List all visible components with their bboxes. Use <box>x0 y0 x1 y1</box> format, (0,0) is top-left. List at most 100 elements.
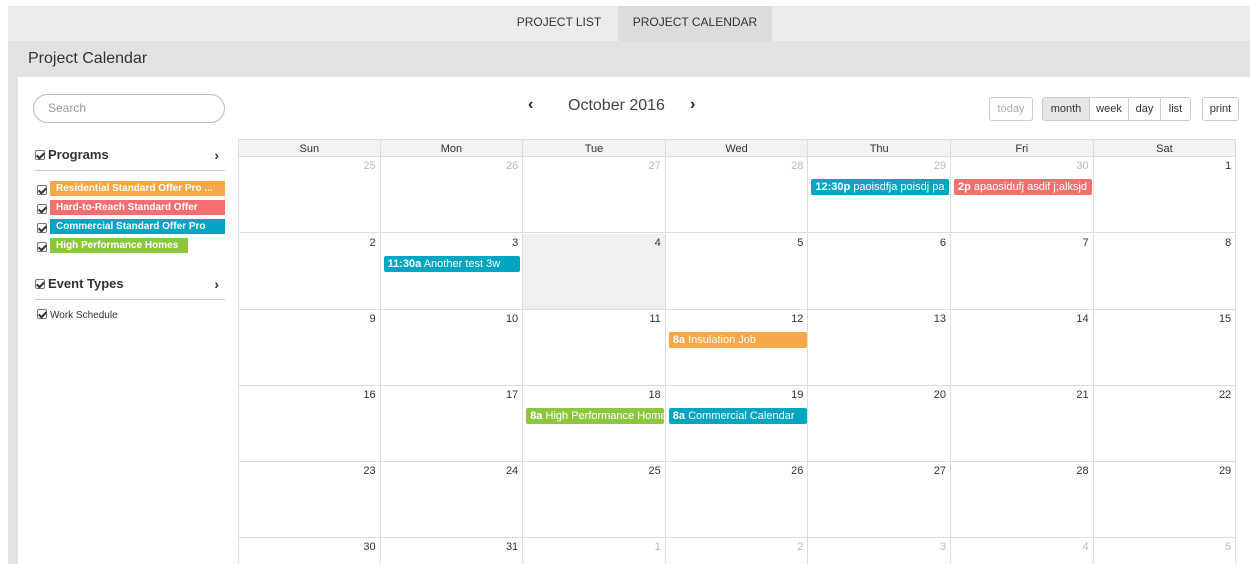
event-types-header[interactable]: Event Types › <box>35 276 225 300</box>
day-number[interactable]: 30 <box>1076 160 1088 172</box>
day-number[interactable]: 7 <box>1082 237 1088 249</box>
day-cell[interactable]: 13 <box>808 310 951 386</box>
day-number[interactable]: 2 <box>369 237 375 249</box>
day-number[interactable]: 23 <box>363 465 375 477</box>
day-cell[interactable]: 4 <box>951 538 1094 564</box>
program-checkbox[interactable] <box>37 223 47 233</box>
day-cell[interactable]: 2 <box>238 234 381 310</box>
day-number[interactable]: 3 <box>512 237 518 249</box>
day-cell[interactable]: 16 <box>238 386 381 462</box>
today-button[interactable]: today <box>989 97 1033 121</box>
day-cell[interactable]: 22 <box>1093 386 1237 462</box>
day-cell[interactable]: 6 <box>808 234 951 310</box>
calendar-event[interactable]: 8a High Performance Homes <box>526 408 665 424</box>
program-checkbox[interactable] <box>37 242 47 252</box>
day-cell[interactable]: 18 <box>523 386 666 462</box>
day-number[interactable]: 5 <box>797 237 803 249</box>
day-cell[interactable]: 1 <box>523 538 666 564</box>
day-view-button[interactable]: day <box>1128 97 1161 121</box>
calendar-event[interactable]: 12:30p paoisdfja poisdj pa <box>811 179 950 195</box>
day-number[interactable]: 24 <box>506 465 518 477</box>
day-cell[interactable]: 27 <box>523 157 666 233</box>
day-number[interactable]: 13 <box>934 313 946 325</box>
day-cell[interactable]: 10 <box>380 310 524 386</box>
day-cell[interactable]: 14 <box>951 310 1094 386</box>
month-view-button[interactable]: month <box>1042 97 1090 121</box>
day-cell[interactable]: 17 <box>380 386 524 462</box>
day-number[interactable]: 4 <box>655 237 661 249</box>
day-number[interactable]: 6 <box>940 237 946 249</box>
program-item[interactable]: Residential Standard Offer Pro ... <box>37 181 225 197</box>
day-cell[interactable]: 9 <box>238 310 381 386</box>
day-number[interactable]: 22 <box>1219 389 1231 401</box>
chevron-right-icon[interactable]: › <box>214 147 219 163</box>
day-cell[interactable]: 1 <box>1093 157 1237 233</box>
day-number[interactable]: 25 <box>649 465 661 477</box>
prev-month-button[interactable]: ‹ <box>528 96 533 114</box>
day-number[interactable]: 18 <box>649 389 661 401</box>
program-item[interactable]: High Performance Homes <box>37 238 225 254</box>
day-number[interactable]: 27 <box>934 465 946 477</box>
day-number[interactable]: 26 <box>506 160 518 172</box>
calendar-event[interactable]: 2p apaosidufj asdif j;alksjd <box>954 179 1092 195</box>
day-cell[interactable]: 15 <box>1093 310 1237 386</box>
calendar-event[interactable]: 8a Insulation Job <box>668 332 807 348</box>
day-cell[interactable]: 27 <box>808 462 951 538</box>
day-number[interactable]: 27 <box>649 160 661 172</box>
day-cell[interactable]: 31 <box>381 538 524 564</box>
print-button[interactable]: print <box>1202 97 1239 121</box>
day-number[interactable]: 8 <box>1225 237 1231 249</box>
calendar-event[interactable]: 8a Commercial Calendar <box>668 408 807 424</box>
day-number[interactable]: 28 <box>791 160 803 172</box>
day-cell[interactable]: 28 <box>951 462 1094 538</box>
day-number[interactable]: 26 <box>791 465 803 477</box>
day-cell[interactable]: 29 <box>808 157 951 233</box>
day-cell[interactable]: 26 <box>380 157 524 233</box>
programs-header[interactable]: Programs › <box>35 147 225 171</box>
day-cell[interactable]: 7 <box>951 234 1094 310</box>
search-input[interactable]: Search <box>33 94 225 123</box>
calendar-event[interactable]: 11:30a Another test 3w <box>383 256 520 272</box>
day-number[interactable]: 19 <box>791 389 803 401</box>
program-checkbox[interactable] <box>37 204 47 214</box>
event-type-item[interactable]: Work Schedule <box>37 309 118 321</box>
day-number[interactable]: 9 <box>369 313 375 325</box>
day-number[interactable]: 29 <box>934 160 946 172</box>
day-number[interactable]: 28 <box>1076 465 1088 477</box>
day-number[interactable]: 21 <box>1076 389 1088 401</box>
day-cell[interactable]: 2 <box>666 538 809 564</box>
day-cell[interactable]: 26 <box>665 462 809 538</box>
day-number[interactable]: 29 <box>1219 465 1231 477</box>
day-number[interactable]: 11 <box>649 313 660 325</box>
day-number[interactable]: 12 <box>791 313 803 325</box>
day-cell[interactable]: 30 <box>238 538 381 564</box>
next-month-button[interactable]: › <box>690 96 695 114</box>
day-number[interactable]: 16 <box>363 389 375 401</box>
program-item[interactable]: Hard-to-Reach Standard Offer <box>37 200 225 216</box>
day-cell[interactable]: 25 <box>238 157 381 233</box>
day-number[interactable]: 17 <box>506 389 518 401</box>
day-cell[interactable]: 4 <box>523 234 666 310</box>
day-number[interactable]: 3 <box>940 541 946 553</box>
event-types-checkbox[interactable] <box>35 279 45 289</box>
day-number[interactable]: 1 <box>1225 160 1231 172</box>
programs-checkbox[interactable] <box>35 150 45 160</box>
day-cell[interactable]: 5 <box>665 234 809 310</box>
day-cell[interactable]: 19 <box>665 386 809 462</box>
list-view-button[interactable]: list <box>1160 97 1191 121</box>
day-number[interactable]: 10 <box>506 313 518 325</box>
tab-project-calendar[interactable]: PROJECT CALENDAR <box>618 6 772 41</box>
day-number[interactable]: 1 <box>655 541 661 553</box>
day-cell[interactable]: 23 <box>238 462 381 538</box>
day-cell[interactable]: 20 <box>808 386 951 462</box>
day-cell[interactable]: 25 <box>523 462 666 538</box>
day-cell[interactable]: 11 <box>523 310 666 386</box>
day-cell[interactable]: 8 <box>1093 234 1237 310</box>
day-cell[interactable]: 3 <box>808 538 951 564</box>
day-cell[interactable]: 5 <box>1094 538 1237 564</box>
day-number[interactable]: 30 <box>363 541 375 553</box>
week-view-button[interactable]: week <box>1089 97 1129 121</box>
day-cell[interactable]: 24 <box>380 462 524 538</box>
day-number[interactable]: 15 <box>1219 313 1231 325</box>
day-number[interactable]: 31 <box>506 541 518 553</box>
